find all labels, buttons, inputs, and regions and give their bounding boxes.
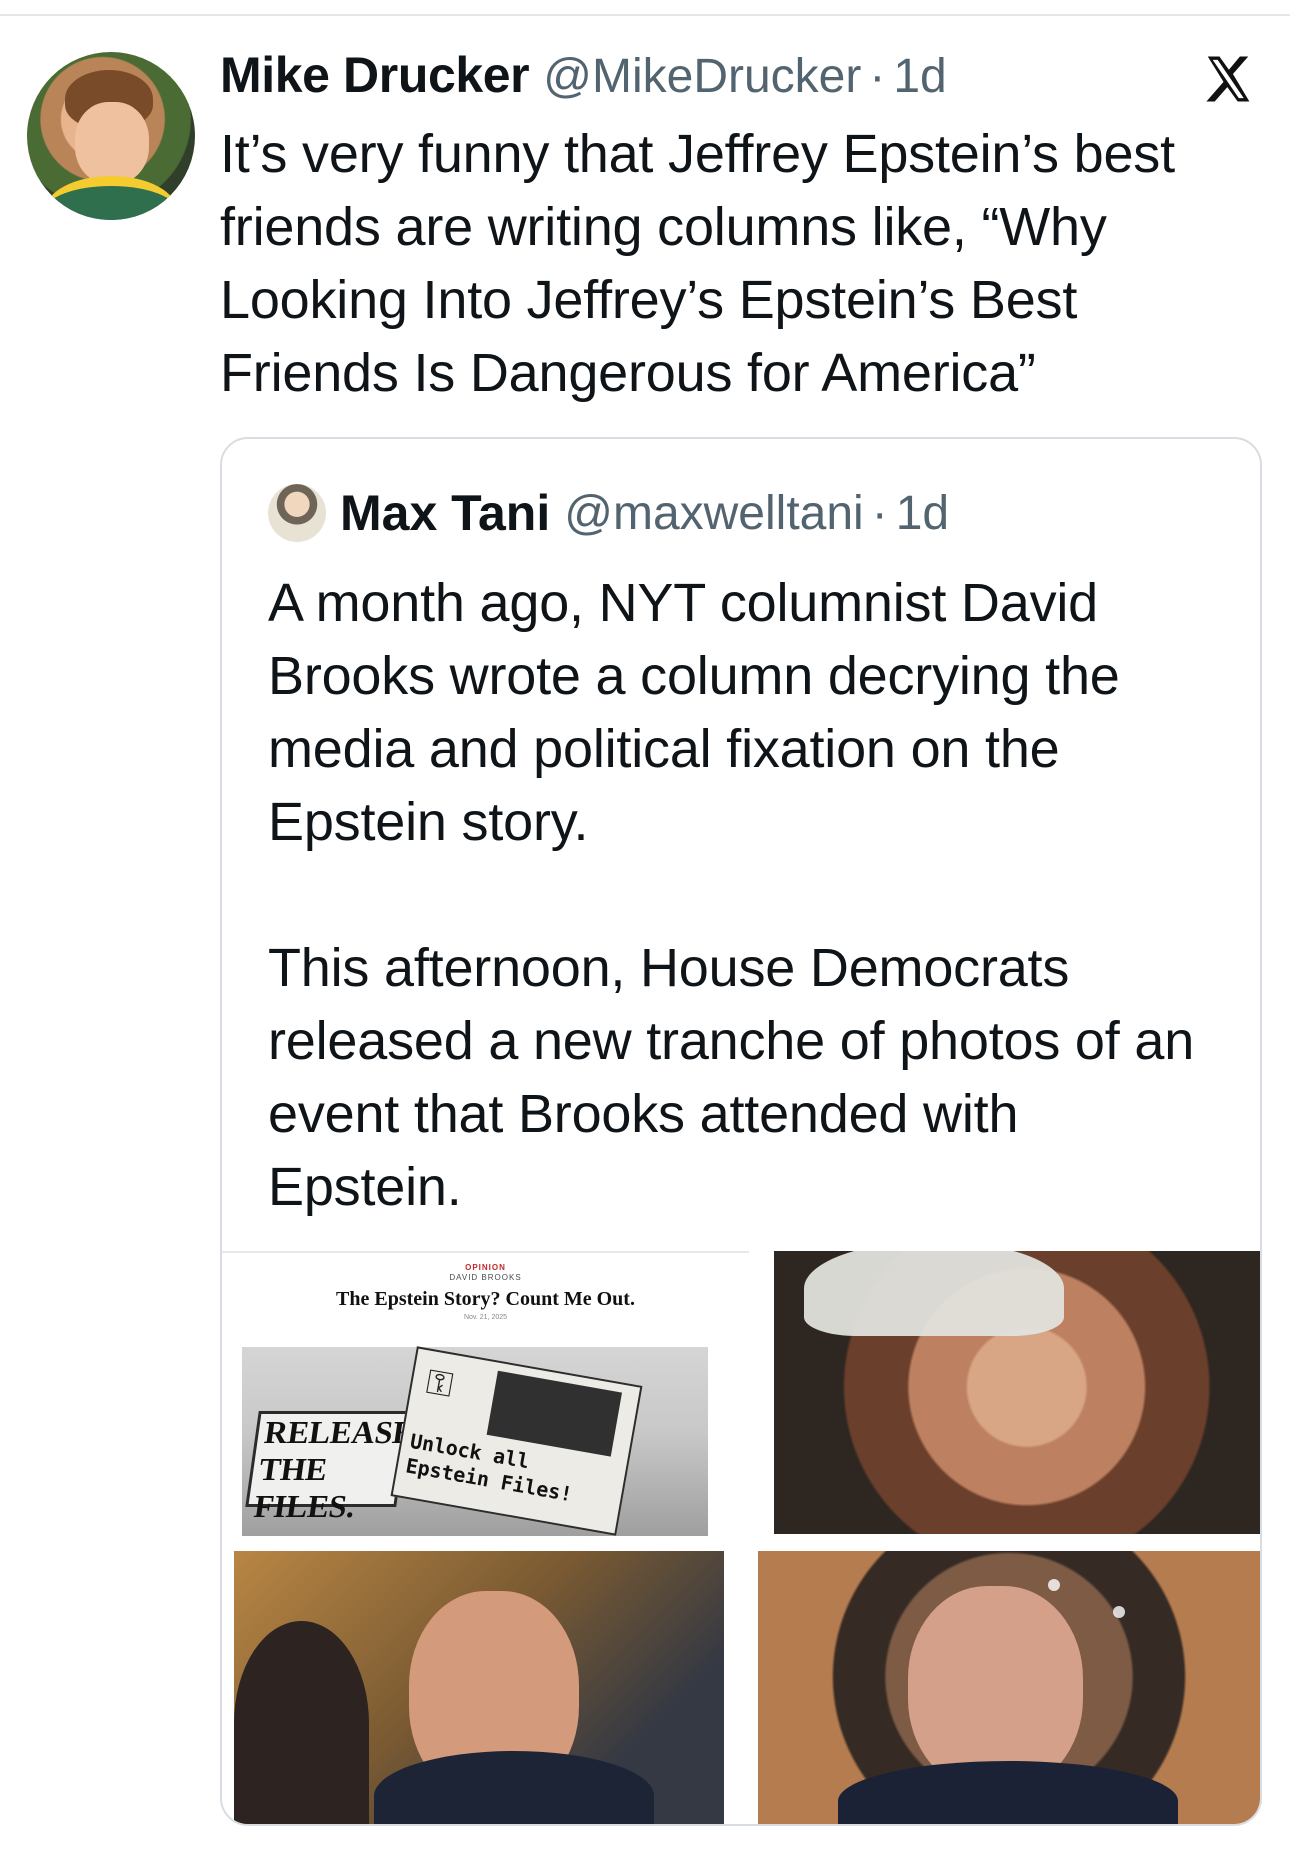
nyt-column-screenshot[interactable]: OPINION DAVID BROOKS The Epstein Story? … [222, 1251, 749, 1536]
photo-background-person [234, 1621, 369, 1824]
photo-hair [804, 1251, 1064, 1336]
avatar-face [75, 102, 149, 184]
author-avatar[interactable] [27, 52, 195, 220]
photo-suit [374, 1751, 654, 1824]
photo-man-with-glasses-right[interactable] [758, 1551, 1260, 1824]
author-name[interactable]: Mike Drucker [220, 46, 530, 104]
header-separator: · [869, 50, 886, 103]
sign-group-photo [486, 1370, 623, 1457]
nyt-byline: DAVID BROOKS [449, 1273, 522, 1282]
quoted-paragraph-2: This afternoon, House Democrats released… [268, 938, 1195, 1217]
photo-suit [838, 1761, 1178, 1824]
photo-man-with-glasses-left[interactable] [234, 1551, 724, 1824]
quoted-paragraph-1: A month ago, NYT columnist David Brooks … [268, 573, 1120, 852]
photo-close-up-face[interactable] [774, 1251, 1260, 1534]
quoted-author-handle[interactable]: @maxwelltani [564, 486, 863, 541]
quoted-header-separator: · [871, 486, 888, 540]
sign-left-line-2: THE FILES. [251, 1451, 358, 1524]
quoted-tweet-text: A month ago, NYT columnist David Brooks … [268, 567, 1218, 1224]
sign-left-line-1: RELEASE [262, 1414, 417, 1450]
media-grid: OPINION DAVID BROOKS The Epstein Story? … [222, 1251, 1260, 1824]
x-logo-icon[interactable] [1201, 52, 1255, 106]
quoted-author-avatar[interactable] [268, 484, 326, 542]
unlock-files-sign: ⚿ Unlock all Epstein Files! [390, 1346, 643, 1536]
quoted-tweet-header: Max Tani @maxwelltani · 1d [268, 483, 949, 543]
tweet-header: Mike Drucker @MikeDrucker · 1d [220, 46, 947, 106]
protest-photo: RELEASE THE FILES. ⚿ Unlock all Epstein … [242, 1346, 708, 1536]
nyt-date: Nov. 21, 2025 [463, 1314, 508, 1321]
top-divider [0, 14, 1290, 16]
ceiling-light-icon [1113, 1606, 1125, 1618]
tweet-text: It’s very funny that Jeffrey Epstein’s b… [220, 124, 1175, 403]
quoted-tweet-card[interactable]: Max Tani @maxwelltani · 1d A month ago, … [220, 437, 1262, 1826]
nyt-kicker: OPINION [465, 1263, 506, 1272]
avatar-shirt [45, 176, 177, 220]
release-files-sign: RELEASE THE FILES. [245, 1411, 417, 1524]
quoted-post-time[interactable]: 1d [896, 486, 949, 541]
ceiling-light-icon [1048, 1579, 1060, 1591]
quoted-author-name[interactable]: Max Tani [340, 484, 550, 542]
post-time[interactable]: 1d [893, 49, 946, 104]
nyt-headline: The Epstein Story? Count Me Out. [336, 1288, 635, 1310]
key-icon: ⚿ [423, 1362, 456, 1405]
author-handle[interactable]: @MikeDrucker [543, 49, 861, 104]
